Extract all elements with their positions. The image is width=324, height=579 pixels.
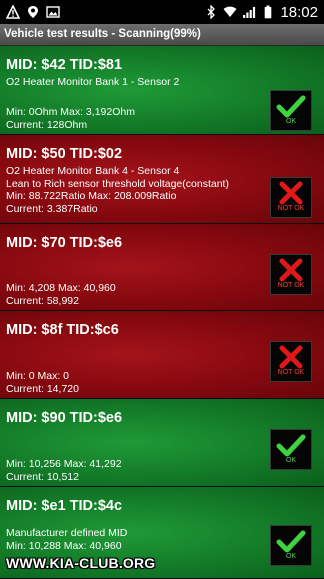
check-icon [276, 530, 306, 553]
badge-label: NOT OK [277, 282, 305, 289]
current-value: Current: 58,992 [6, 294, 79, 307]
list-item[interactable]: MID: $70 TID:$e6 Min: 4,208 Max: 40,960 … [0, 224, 324, 311]
badge-label: OK [285, 553, 297, 560]
badge-label: NOT OK [277, 369, 305, 376]
list-item[interactable]: MID: $50 TID:$02 O2 Heater Monitor Bank … [0, 135, 324, 224]
wifi-icon [223, 5, 237, 19]
test-results-list[interactable]: MID: $42 TID:$81 O2 Heater Monitor Bank … [0, 46, 324, 579]
watermark: WWW.KIA-CLUB.ORG [6, 555, 156, 571]
ok-status-badge: OK [270, 525, 312, 566]
alert-icon [6, 5, 20, 19]
current-value: Current: 14,720 [6, 382, 79, 395]
page-title: Vehicle test results - Scanning(99%) [0, 24, 324, 46]
battery-icon [261, 5, 275, 19]
signal-icon [242, 5, 256, 19]
list-item[interactable]: MID: $90 TID:$e6 Min: 10,256 Max: 41,292… [0, 399, 324, 487]
clock: 18:02 [280, 3, 318, 21]
bluetooth-icon [204, 5, 218, 19]
current-value: Current: 10,512 [6, 470, 79, 483]
mid-tid-label: MID: $90 TID:$e6 [6, 410, 123, 426]
not-ok-status-badge: NOT OK [270, 254, 312, 295]
location-icon [26, 5, 40, 19]
badge-label: NOT OK [277, 205, 305, 212]
min-max-values: Min: 4,208 Max: 40,960 [6, 282, 116, 294]
ok-status-badge: OK [270, 429, 312, 470]
ok-status-badge: OK [270, 90, 312, 131]
cross-icon [279, 345, 303, 369]
mid-tid-label: MID: $50 TID:$02 [6, 146, 123, 162]
mid-tid-label: MID: $e1 TID:$4c [6, 498, 123, 514]
description: O2 Heater Monitor Bank 1 - Sensor 2 [6, 76, 180, 88]
list-item[interactable]: MID: $42 TID:$81 O2 Heater Monitor Bank … [0, 46, 324, 135]
status-bar: 18:02 [0, 0, 324, 24]
list-item[interactable]: MID: $8f TID:$c6 Min: 0 Max: 0 Current: … [0, 311, 324, 399]
description: O2 Heater Monitor Bank 4 - Sensor 4 [6, 165, 180, 177]
current-value: Current: 128Ohm [6, 118, 88, 131]
cross-icon [279, 258, 303, 282]
badge-label: OK [285, 457, 297, 464]
min-max-values: Min: 0 Max: 0 [6, 370, 70, 382]
not-ok-status-badge: NOT OK [270, 177, 312, 218]
min-max-values: Min: 10,256 Max: 41,292 [6, 458, 122, 470]
mid-tid-label: MID: $70 TID:$e6 [6, 235, 123, 251]
mid-tid-label: MID: $42 TID:$81 [6, 57, 123, 73]
min-max-values: Min: 0Ohm Max: 3,192Ohm [6, 106, 135, 118]
badge-label: OK [285, 118, 297, 125]
mid-tid-label: MID: $8f TID:$c6 [6, 322, 119, 338]
image-icon [46, 5, 60, 19]
not-ok-status-badge: NOT OK [270, 341, 312, 382]
check-icon [276, 434, 306, 457]
cross-icon [279, 181, 303, 205]
check-icon [276, 95, 306, 118]
